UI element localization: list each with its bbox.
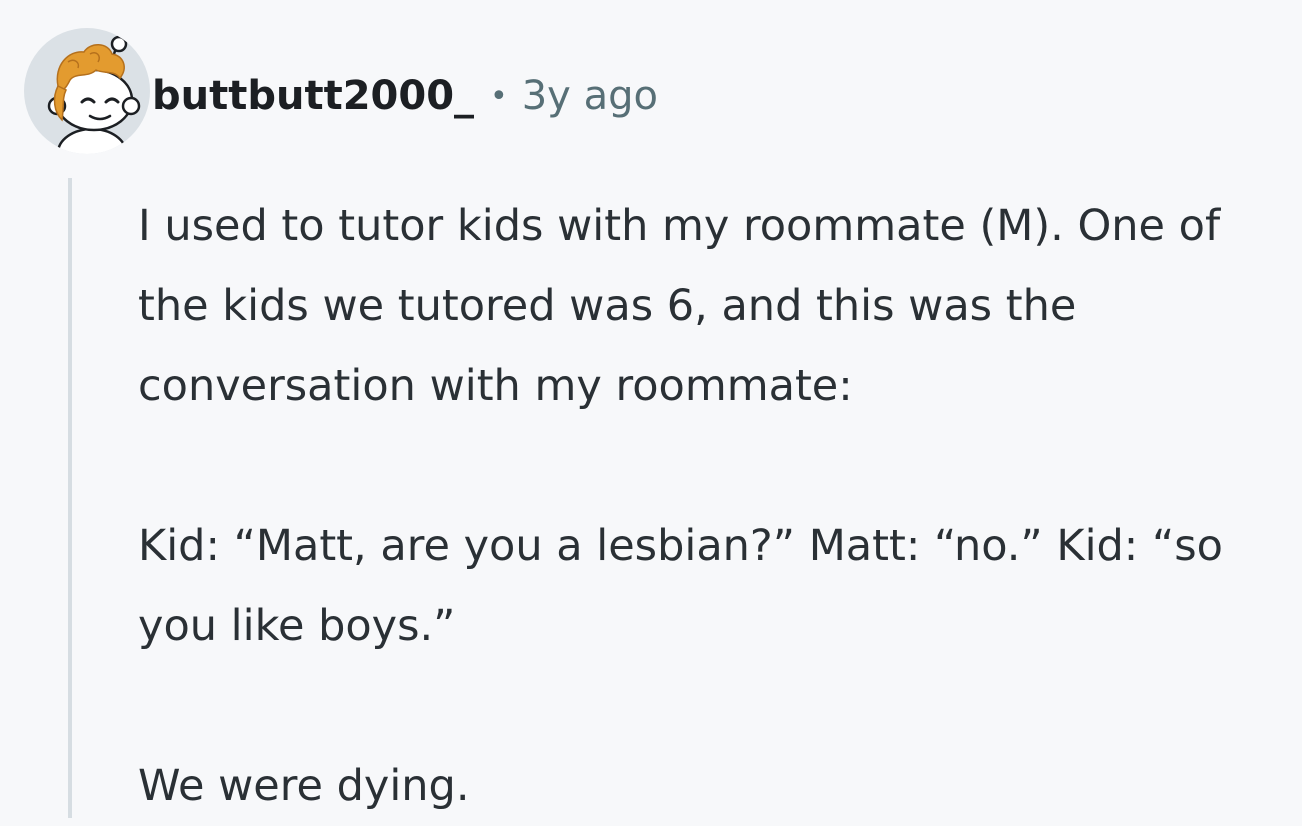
user-avatar[interactable] [24,28,150,154]
meta-separator: • [490,78,508,114]
comment-timestamp[interactable]: 3y ago [522,73,658,119]
username-link[interactable]: buttbutt2000_ [152,73,474,119]
thread-collapse-line[interactable] [68,178,72,818]
comment-body: I used to tutor kids with my roommate (M… [138,186,1298,826]
comment-paragraph: Kid: “Matt, are you a lesbian?” Matt: “n… [138,521,1223,651]
comment-paragraph: I used to tutor kids with my roommate (M… [138,201,1221,411]
comment-paragraph: We were dying. [138,761,470,811]
snoo-avatar-icon [47,35,141,154]
comment-meta: buttbutt2000_ • 3y ago [152,66,658,126]
comment: buttbutt2000_ • 3y ago I used to tutor k… [0,0,1302,818]
